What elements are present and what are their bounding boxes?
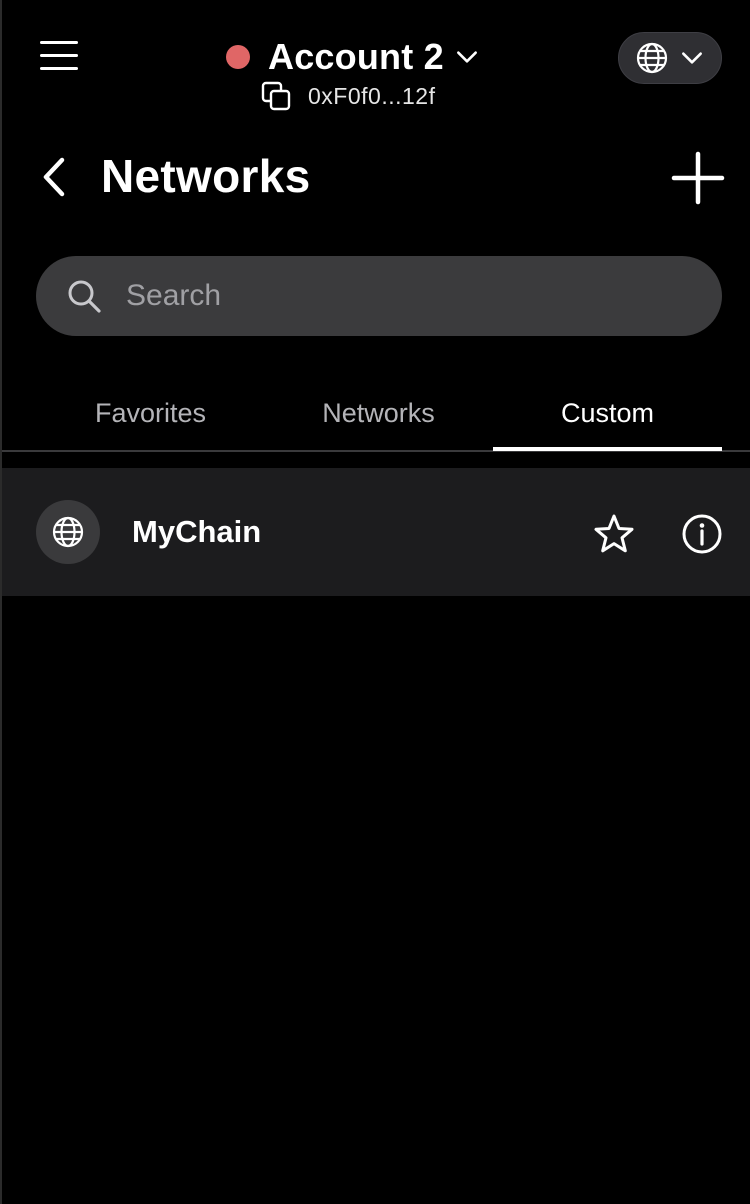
globe-icon xyxy=(636,42,668,74)
account-picker[interactable]: Account 2 xyxy=(226,34,480,80)
copy-address-button[interactable]: 0xF0f0...12f xyxy=(260,80,435,112)
hamburger-icon-line-1 xyxy=(40,41,78,44)
account-name: Account 2 xyxy=(268,36,444,77)
menu-button[interactable] xyxy=(38,38,82,74)
network-tabs: Favorites Networks Custom xyxy=(2,380,750,452)
search-bar[interactable] xyxy=(36,256,722,336)
tab-custom[interactable]: Custom xyxy=(493,380,722,451)
hamburger-icon-line-3 xyxy=(40,67,78,70)
add-network-button[interactable] xyxy=(670,150,726,206)
copy-icon xyxy=(261,81,291,111)
globe-icon xyxy=(52,516,84,548)
network-picker-button[interactable] xyxy=(618,32,722,84)
star-outline-icon xyxy=(594,514,634,553)
search-icon xyxy=(68,280,101,313)
tab-favorites[interactable]: Favorites xyxy=(36,380,265,450)
info-icon xyxy=(682,514,722,554)
network-avatar xyxy=(36,500,100,564)
plus-icon xyxy=(671,151,725,205)
search-input[interactable] xyxy=(124,265,722,327)
chevron-down-icon xyxy=(682,52,702,64)
account-address: 0xF0f0...12f xyxy=(308,82,436,109)
networks-screen: Account 2 0xF0f0...12f Networks Search F… xyxy=(0,0,750,1204)
tab-networks[interactable]: Networks xyxy=(264,380,493,450)
account-status-dot xyxy=(226,45,250,69)
network-list-item[interactable]: MyChain xyxy=(2,468,750,596)
page-title: Networks xyxy=(101,150,311,202)
network-info-button[interactable] xyxy=(680,512,724,556)
chevron-down-icon xyxy=(456,51,477,63)
network-name: MyChain xyxy=(132,514,262,549)
hamburger-icon-line-2 xyxy=(40,54,78,57)
back-button[interactable] xyxy=(32,152,76,202)
chevron-left-icon xyxy=(43,157,65,197)
favorite-button[interactable] xyxy=(592,512,636,556)
